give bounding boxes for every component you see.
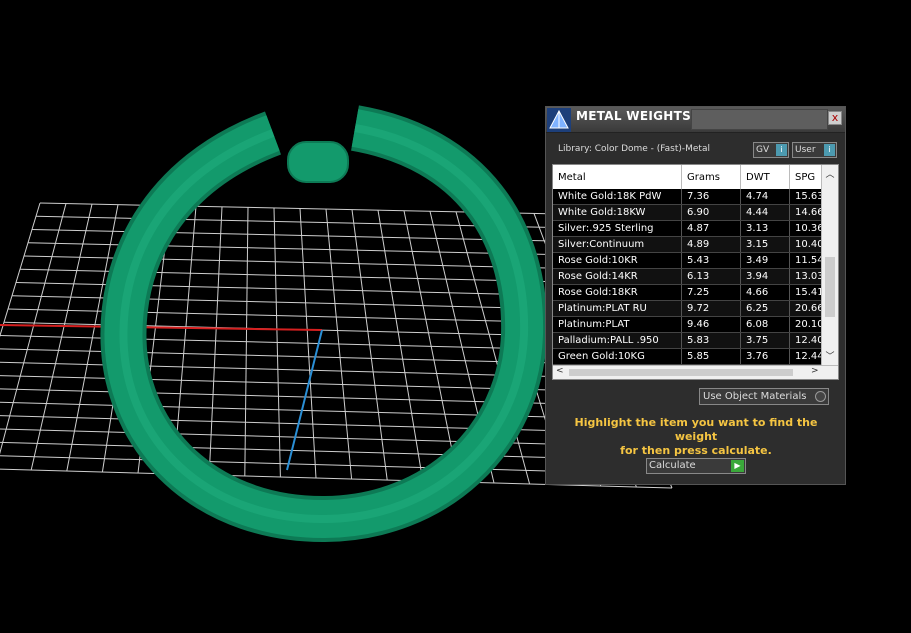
cell-dwt: 3.49 xyxy=(741,253,790,268)
column-header-grams[interactable]: Grams xyxy=(682,165,741,189)
use-object-materials-button[interactable]: Use Object Materials xyxy=(699,388,829,405)
panel-title: METAL WEIGHTS xyxy=(576,109,692,123)
cell-dwt: 6.08 xyxy=(741,317,790,332)
table-header: Metal Grams DWT SPG xyxy=(553,165,830,189)
y-axis-line xyxy=(286,329,323,471)
gv-button-label: GV xyxy=(756,145,770,155)
use-object-materials-label: Use Object Materials xyxy=(703,391,807,402)
cell-grams: 4.87 xyxy=(682,221,741,236)
cell-metal: Rose Gold:18KR xyxy=(553,285,682,300)
table-row[interactable]: Rose Gold:10KR 5.43 3.49 11.54 xyxy=(553,253,830,269)
cell-grams: 7.36 xyxy=(682,189,741,204)
ring-model[interactable] xyxy=(100,105,548,543)
horizontal-scrollbar[interactable]: < > xyxy=(553,365,838,379)
scroll-left-icon[interactable]: < xyxy=(556,366,564,376)
vertical-scroll-thumb[interactable] xyxy=(825,257,835,317)
radio-toggle-icon[interactable] xyxy=(815,391,826,402)
instructions-text: Highlight the item you want to find the … xyxy=(558,416,834,458)
user-button-label: User xyxy=(795,145,816,155)
instructions-line-1: Highlight the item you want to find the … xyxy=(574,416,818,443)
user-button[interactable]: User i xyxy=(792,142,837,158)
instructions-line-2: for then press calculate. xyxy=(620,444,772,457)
cell-metal: Green Gold:10KG xyxy=(553,349,682,364)
table-row[interactable]: White Gold:18K PdW 7.36 4.74 15.63 xyxy=(553,189,830,205)
cell-grams: 5.83 xyxy=(682,333,741,348)
play-arrow-icon: ▶ xyxy=(731,460,744,472)
cell-metal: Silver:.925 Sterling xyxy=(553,221,682,236)
cell-grams: 9.72 xyxy=(682,301,741,316)
calculate-label: Calculate xyxy=(649,460,696,471)
cell-metal: Rose Gold:14KR xyxy=(553,269,682,284)
calculate-button[interactable]: Calculate ▶ xyxy=(646,458,746,474)
table-row[interactable]: Silver:.925 Sterling 4.87 3.13 10.36 xyxy=(553,221,830,237)
panel-titlebar[interactable]: METAL WEIGHTS x xyxy=(546,107,845,133)
cell-grams: 6.13 xyxy=(682,269,741,284)
cell-grams: 6.90 xyxy=(682,205,741,220)
scroll-down-icon[interactable]: ﹀ xyxy=(824,349,836,362)
column-header-metal[interactable]: Metal xyxy=(553,165,682,189)
cell-grams: 5.85 xyxy=(682,349,741,364)
close-button[interactable]: x xyxy=(828,111,842,125)
info-icon: i xyxy=(824,144,835,156)
cell-metal: Rose Gold:10KR xyxy=(553,253,682,268)
gv-button[interactable]: GV i xyxy=(753,142,789,158)
table-row[interactable]: Platinum:PLAT 9.46 6.08 20.10 xyxy=(553,317,830,333)
cell-dwt: 3.15 xyxy=(741,237,790,252)
cell-dwt: 6.25 xyxy=(741,301,790,316)
cell-metal: Platinum:PLAT xyxy=(553,317,682,332)
table-row[interactable]: Palladium:PALL .950 5.83 3.75 12.40 xyxy=(553,333,830,349)
title-strip xyxy=(691,109,828,130)
table-row[interactable]: Rose Gold:14KR 6.13 3.94 13.03 xyxy=(553,269,830,285)
cell-metal: Platinum:PLAT RU xyxy=(553,301,682,316)
scroll-right-icon[interactable]: > xyxy=(811,366,819,376)
table-row[interactable]: Platinum:PLAT RU 9.72 6.25 20.66 xyxy=(553,301,830,317)
cell-dwt: 3.76 xyxy=(741,349,790,364)
cell-grams: 4.89 xyxy=(682,237,741,252)
scroll-up-icon[interactable]: ︿ xyxy=(824,167,836,180)
vertical-scrollbar[interactable]: ︿ ﹀ xyxy=(821,165,838,365)
table-row[interactable]: Rose Gold:18KR 7.25 4.66 15.41 xyxy=(553,285,830,301)
info-icon: i xyxy=(776,144,787,156)
cell-dwt: 3.13 xyxy=(741,221,790,236)
cell-metal: White Gold:18KW xyxy=(553,205,682,220)
cell-dwt: 4.74 xyxy=(741,189,790,204)
cell-dwt: 4.66 xyxy=(741,285,790,300)
metal-weights-panel: METAL WEIGHTS x Library: Color Dome - (F… xyxy=(545,106,846,485)
table-row[interactable]: Silver:Continuum 4.89 3.15 10.40 xyxy=(553,237,830,253)
metal-weights-table[interactable]: Metal Grams DWT SPG White Gold:18K PdW 7.… xyxy=(552,164,839,380)
cell-metal: White Gold:18K PdW xyxy=(553,189,682,204)
cell-metal: Silver:Continuum xyxy=(553,237,682,252)
cell-dwt: 4.44 xyxy=(741,205,790,220)
table-row[interactable]: Green Gold:10KG 5.85 3.76 12.44 xyxy=(553,349,830,365)
cell-dwt: 3.75 xyxy=(741,333,790,348)
table-row[interactable]: White Gold:18KW 6.90 4.44 14.66 xyxy=(553,205,830,221)
cell-grams: 7.25 xyxy=(682,285,741,300)
horizontal-scroll-thumb[interactable] xyxy=(569,369,793,376)
column-header-dwt[interactable]: DWT xyxy=(741,165,790,189)
cell-grams: 5.43 xyxy=(682,253,741,268)
library-label: Library: Color Dome - (Fast)-Metal xyxy=(558,144,710,154)
table-body: White Gold:18K PdW 7.36 4.74 15.63 White Gol… xyxy=(553,189,830,365)
cell-grams: 9.46 xyxy=(682,317,741,332)
cell-dwt: 3.94 xyxy=(741,269,790,284)
pyramid-logo-icon xyxy=(547,108,571,132)
cell-metal: Palladium:PALL .950 xyxy=(553,333,682,348)
grid-line xyxy=(0,388,639,407)
